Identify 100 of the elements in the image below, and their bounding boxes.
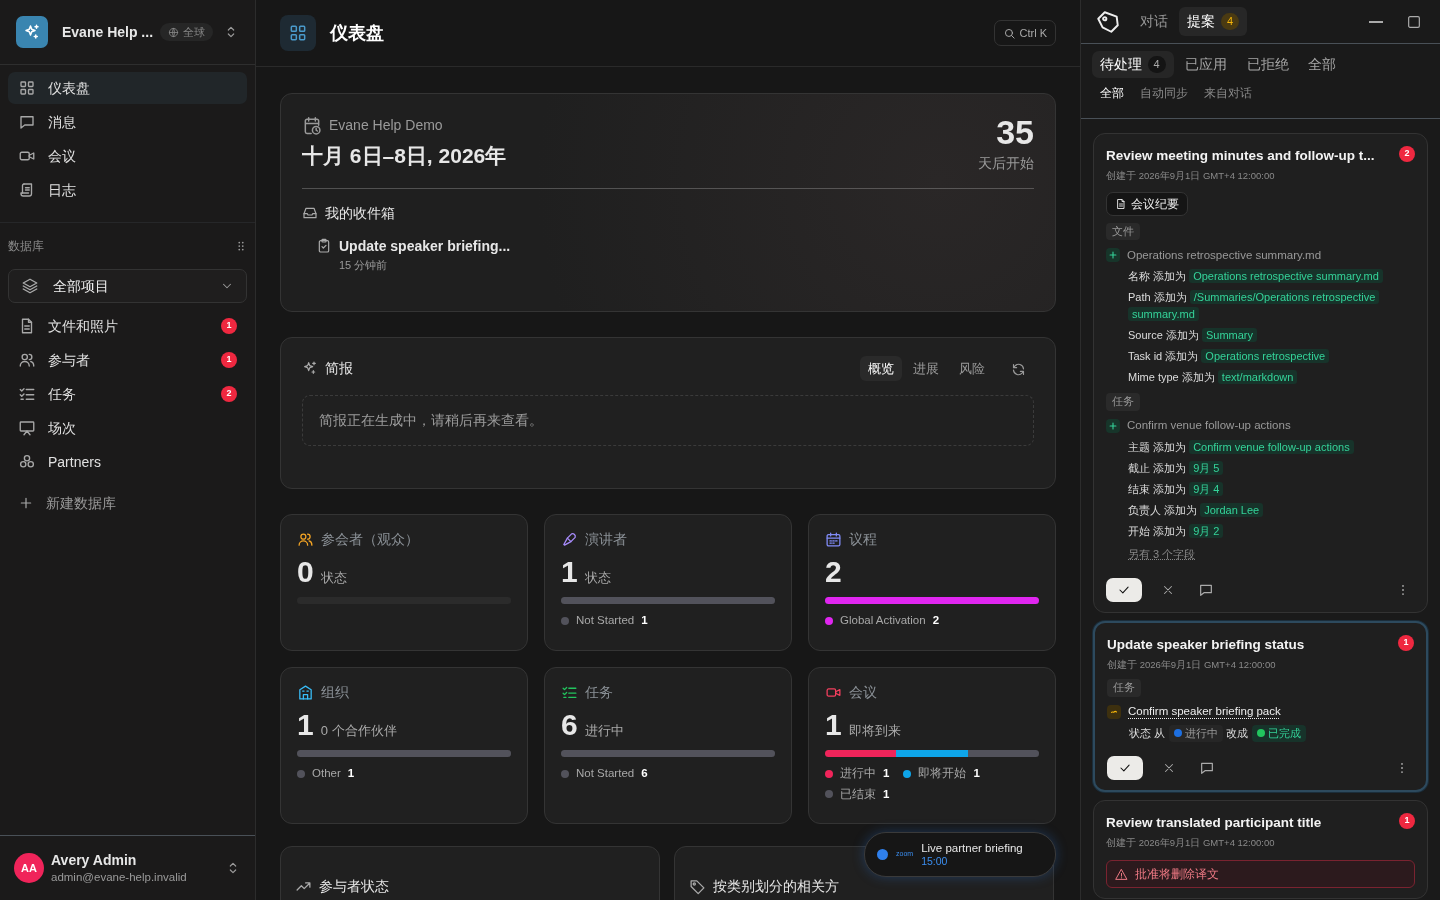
created-date: 创建于 2026年9月1日 GMT+4 12:00:00 <box>1106 835 1276 850</box>
stat-caption: 状态 <box>320 568 347 587</box>
stat-count: 1 <box>825 710 842 740</box>
stat-title: 议程 <box>849 530 877 549</box>
event-name: Evane Help Demo <box>329 116 443 135</box>
approve-button[interactable] <box>1107 755 1143 780</box>
building-icon <box>297 684 314 701</box>
nav-item[interactable]: 日志 <box>8 174 247 206</box>
board-icon <box>18 419 36 437</box>
project-select[interactable]: 全部项目 <box>8 269 247 303</box>
proposal-card[interactable]: Review translated participant title 1 创建于 2026年9月1日 GMT+4 12:00:00 批准将删除译文 <box>1093 799 1428 899</box>
source-tab[interactable]: 来自对话 <box>1195 85 1260 103</box>
stat-count: 6 <box>561 710 578 740</box>
stat-title: 演讲者 <box>585 530 627 549</box>
new-status: 已完成 <box>1251 724 1306 742</box>
brief-title: 简报 <box>325 358 353 378</box>
live-dot <box>877 849 888 860</box>
inbox-title: 我的收件箱 <box>325 203 395 223</box>
legend-count: 1 <box>883 786 890 802</box>
stat-caption: 即将到来 <box>848 721 901 740</box>
filter-tab[interactable]: 全部 <box>1300 51 1345 78</box>
brief-tab[interactable]: 进展 <box>905 355 947 381</box>
legend-label: 即将开始 <box>918 766 967 781</box>
workspace-name: Evane Help ... <box>62 22 154 42</box>
change-field: 负责人 添加为 Jordan Lee <box>1106 501 1415 519</box>
change-field: Source 添加为 Summary <box>1106 327 1415 344</box>
brief-tab[interactable]: 概览 <box>859 355 902 381</box>
legend-label: Global Activation <box>840 613 926 628</box>
legend-count: 1 <box>347 766 355 781</box>
nav-item[interactable]: 仪表盘 <box>8 72 247 104</box>
minimize-icon <box>1369 20 1383 23</box>
panel-tab[interactable]: 提案 4 <box>1179 7 1248 36</box>
legend-label: Other <box>312 766 341 781</box>
count-badge: 4 <box>1147 56 1166 73</box>
more-fields-link[interactable]: 另有 3 个字段 <box>1106 545 1196 562</box>
comment-icon <box>1198 582 1214 599</box>
created-date: 创建于 2026年9月1日 GMT+4 12:00:00 <box>1106 169 1276 184</box>
count-badge: 4 <box>1221 13 1240 30</box>
legend-count: 2 <box>932 613 940 628</box>
count-badge: 1 <box>1398 634 1414 651</box>
group-label: 任务 <box>1106 393 1140 411</box>
database-item[interactable]: Partners <box>8 446 247 478</box>
filter-tab[interactable]: 已拒绝 <box>1238 51 1297 78</box>
change-field: 结束 添加为 9月 4 <box>1106 480 1415 498</box>
stat-title: 参会者（观众） <box>321 530 419 549</box>
proposal-card[interactable] <box>1093 133 1428 613</box>
proposal-card[interactable]: Update speaker briefing status 1 创建于 2026年9月1日 GMT+4 12:00:00 任务 Confirm speaker briefing pack 状态 从 进行中 改成 已完成 <box>1093 620 1428 792</box>
change-field: 开始 添加为 9月 2 <box>1106 522 1415 540</box>
checklist-icon <box>18 385 36 403</box>
change-field: 主题 添加为 Confirm venue follow-up actions <box>1106 438 1415 456</box>
layers-icon <box>21 277 39 295</box>
stat-count: 1 <box>297 710 314 740</box>
avatar: AA <box>14 853 44 883</box>
brief-message: 简报正在生成中，请稍后再来查看。 <box>302 395 1034 446</box>
countdown-label: 天后开始 <box>978 153 1034 173</box>
panel-tab[interactable]: 对话 <box>1131 7 1176 36</box>
database-item[interactable]: 参与者 1 <box>8 344 247 376</box>
source-chip[interactable]: 会议纪要 <box>1106 191 1188 216</box>
source-tab[interactable]: 自动同步 <box>1131 85 1196 103</box>
source-tab[interactable]: 全部 <box>1091 85 1132 103</box>
stat-title: 会议 <box>849 683 877 702</box>
database-item[interactable]: 场次 <box>8 412 247 444</box>
scope-pill[interactable]: 全球 <box>160 22 213 42</box>
card-title: 按类别划分的相关方 <box>713 876 839 896</box>
legend-count: 1 <box>973 766 980 781</box>
change-field: Task id 添加为 Operations retrospective <box>1106 348 1415 365</box>
legend-label: Not Started <box>576 766 635 781</box>
change-field: 截止 添加为 9月 5 <box>1106 459 1415 477</box>
filter-tab[interactable]: 已应用 <box>1177 51 1236 78</box>
legend-label: 已结束 <box>840 786 876 802</box>
database-item[interactable]: 文件和照片 1 <box>8 310 247 342</box>
stat-title: 任务 <box>585 683 613 702</box>
search-button[interactable]: Ctrl K <box>994 19 1056 47</box>
new-database-link[interactable]: 新建数据库 <box>8 487 247 519</box>
change-title[interactable]: Confirm speaker briefing pack <box>1128 703 1281 721</box>
tag-icon <box>689 877 706 895</box>
search-icon <box>1003 26 1016 40</box>
circles-icon <box>18 453 36 471</box>
warning-icon <box>1115 867 1128 881</box>
toast-time: 15:00 <box>921 855 949 869</box>
approve-button[interactable] <box>1106 577 1142 602</box>
pen-icon <box>561 531 578 548</box>
nav-item[interactable]: 消息 <box>8 106 247 138</box>
stat-caption: 0 个合作伙伴 <box>320 721 397 740</box>
globe-icon <box>168 26 180 38</box>
count-badge: 2 <box>1399 146 1415 162</box>
users-icon <box>297 531 314 548</box>
proposal-title: Review meeting minutes and follow-up t... <box>1106 147 1376 165</box>
inbox-icon <box>302 205 318 221</box>
filter-tab[interactable]: 待处理 4 <box>1091 51 1174 78</box>
nav-item[interactable]: 会议 <box>8 140 247 172</box>
group-label: 文件 <box>1106 222 1140 241</box>
stat-caption: 状态 <box>584 568 611 587</box>
stat-count: 1 <box>561 557 578 587</box>
comment-icon <box>1199 760 1215 777</box>
tag-icon <box>1095 8 1121 35</box>
brief-tab[interactable]: 风险 <box>950 355 993 381</box>
database-item[interactable]: 任务 2 <box>8 378 247 410</box>
inbox-item-title[interactable]: Update speaker briefing... <box>339 237 511 255</box>
dashboard-icon <box>18 79 36 97</box>
